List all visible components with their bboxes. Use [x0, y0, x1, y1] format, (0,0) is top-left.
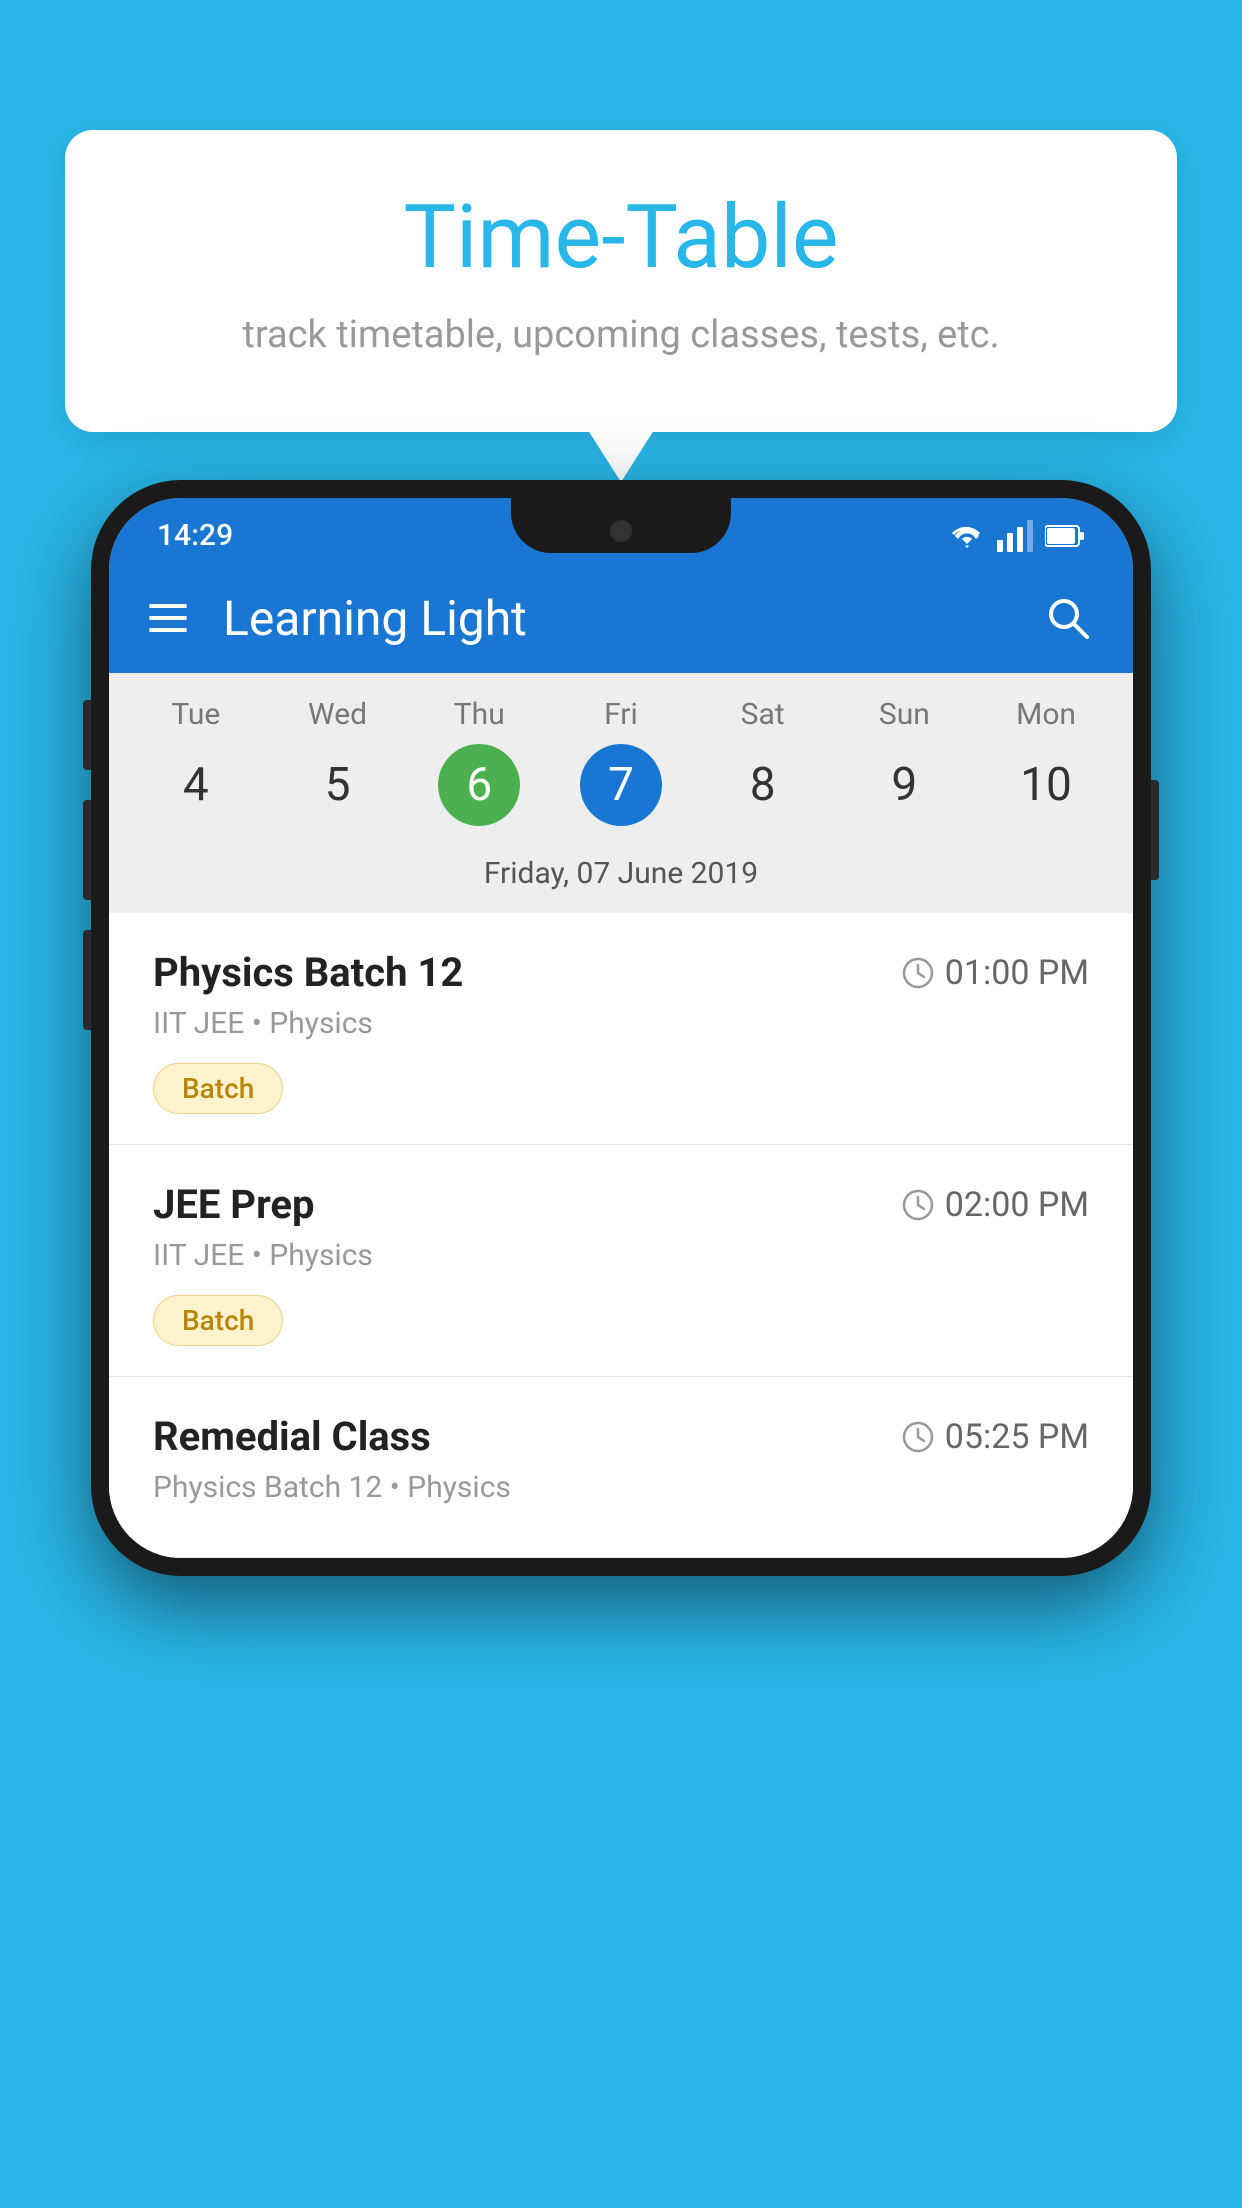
app-title: Learning Light: [223, 590, 1007, 647]
day-col[interactable]: Sat 8: [698, 697, 828, 826]
hamburger-menu-button[interactable]: [149, 604, 187, 632]
volume-down-button: [83, 930, 91, 1030]
selected-date-label: Friday, 07 June 2019: [109, 840, 1133, 913]
schedule-item-title: Remedial Class: [153, 1413, 431, 1460]
schedule-item[interactable]: Physics Batch 12 01:00 PM IIT JEE • Physic…: [109, 913, 1133, 1145]
batch-badge: Batch: [153, 1063, 283, 1114]
day-label: Sat: [741, 697, 785, 732]
clock-icon: [901, 1420, 935, 1454]
days-row: Tue 4 Wed 5 Thu 6 Fri 7 Sat 8 Sun 9 Mon 10: [109, 697, 1133, 826]
status-bar: 14:29: [109, 498, 1133, 563]
day-label: Thu: [454, 697, 505, 732]
schedule-item[interactable]: JEE Prep 02:00 PM IIT JEE • Physics Batch: [109, 1145, 1133, 1377]
schedule-item-time: 01:00 PM: [901, 953, 1089, 993]
schedule-item-header: JEE Prep 02:00 PM: [153, 1181, 1089, 1228]
day-col[interactable]: Tue 4: [131, 697, 261, 826]
day-label: Sun: [879, 697, 930, 732]
schedule-item-subtitle: Physics Batch 12 • Physics: [153, 1470, 1089, 1505]
status-time: 14:29: [157, 518, 233, 553]
day-col[interactable]: Mon 10: [981, 697, 1111, 826]
schedule-time-text: 02:00 PM: [945, 1185, 1089, 1225]
feature-card: Time-Table track timetable, upcoming cla…: [65, 130, 1177, 432]
power-button: [1151, 780, 1159, 880]
phone-frame: 14:29: [91, 480, 1151, 1576]
volume-up-button: [83, 800, 91, 900]
day-number[interactable]: 9: [863, 744, 945, 826]
day-col[interactable]: Sun 9: [839, 697, 969, 826]
status-icons: [949, 520, 1085, 552]
schedule-item-subtitle: IIT JEE • Physics: [153, 1238, 1089, 1273]
schedule-item-subtitle: IIT JEE • Physics: [153, 1006, 1089, 1041]
day-number[interactable]: 4: [155, 744, 237, 826]
schedule-item-header: Remedial Class 05:25 PM: [153, 1413, 1089, 1460]
schedule-item-time: 05:25 PM: [901, 1417, 1089, 1457]
day-number[interactable]: 5: [297, 744, 379, 826]
calendar-strip: Tue 4 Wed 5 Thu 6 Fri 7 Sat 8 Sun 9 Mon 10 Friday, 07…: [109, 673, 1133, 913]
search-icon[interactable]: [1043, 593, 1093, 643]
clock-icon: [901, 956, 935, 990]
schedule-item-time: 02:00 PM: [901, 1185, 1089, 1225]
schedule-time-text: 05:25 PM: [945, 1417, 1089, 1457]
day-number[interactable]: 10: [1005, 744, 1087, 826]
clock-icon: [901, 1188, 935, 1222]
day-label: Mon: [1016, 697, 1076, 732]
mute-button: [83, 700, 91, 770]
app-bar: Learning Light: [109, 563, 1133, 673]
speech-bubble: Time-Table track timetable, upcoming cla…: [65, 130, 1177, 432]
phone-screen: 14:29: [109, 498, 1133, 1558]
schedule-item-title: Physics Batch 12: [153, 949, 463, 996]
day-col[interactable]: Thu 6: [414, 697, 544, 826]
schedule-item-title: JEE Prep: [153, 1181, 314, 1228]
feature-title: Time-Table: [125, 190, 1117, 287]
batch-badge: Batch: [153, 1295, 283, 1346]
day-label: Wed: [308, 697, 367, 732]
day-col[interactable]: Wed 5: [273, 697, 403, 826]
feature-subtitle: track timetable, upcoming classes, tests…: [125, 309, 1117, 362]
battery-icon: [1045, 523, 1085, 549]
day-number[interactable]: 6: [438, 744, 520, 826]
schedule-list: Physics Batch 12 01:00 PM IIT JEE • Physic…: [109, 913, 1133, 1558]
schedule-item-header: Physics Batch 12 01:00 PM: [153, 949, 1089, 996]
schedule-item[interactable]: Remedial Class 05:25 PM Physics Batch 12 •…: [109, 1377, 1133, 1558]
wifi-icon: [949, 522, 985, 550]
signal-icon: [997, 520, 1033, 552]
day-label: Fri: [604, 697, 638, 732]
phone-mockup: 14:29: [91, 480, 1151, 1576]
schedule-time-text: 01:00 PM: [945, 953, 1089, 993]
day-label: Tue: [171, 697, 220, 732]
day-number[interactable]: 8: [722, 744, 804, 826]
day-col[interactable]: Fri 7: [556, 697, 686, 826]
day-number[interactable]: 7: [580, 744, 662, 826]
